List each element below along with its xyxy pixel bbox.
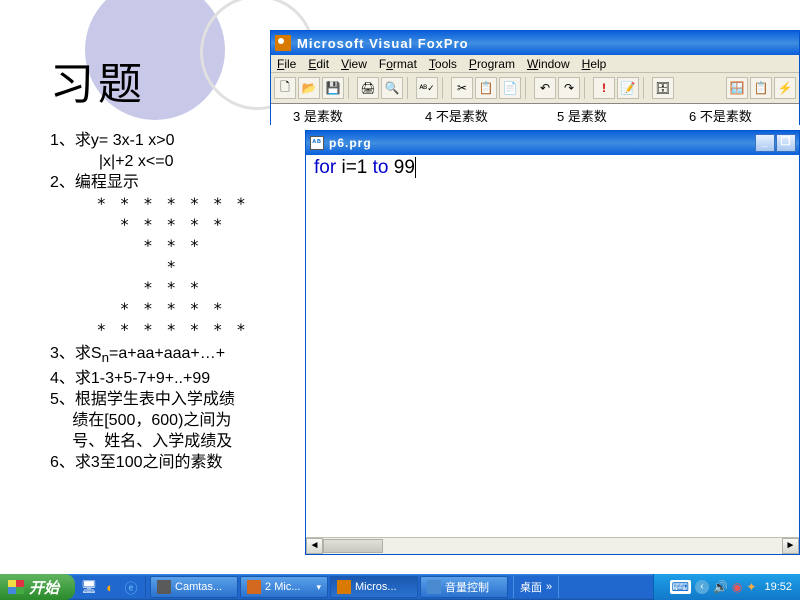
- scroll-left-button[interactable]: ◄: [306, 538, 323, 554]
- spellcheck-button[interactable]: ᴬᴮ✓: [416, 77, 438, 99]
- scroll-track[interactable]: [323, 538, 782, 554]
- separator: [145, 576, 149, 598]
- window-buttons: _ ❐: [754, 134, 796, 152]
- start-button[interactable]: 开始: [0, 574, 75, 600]
- quick-launch: 🖥 ◐ ⓔ: [75, 578, 145, 596]
- separator: [525, 77, 530, 99]
- code-editor[interactable]: for i=1 to 99: [306, 155, 799, 533]
- minimize-button[interactable]: _: [755, 134, 775, 152]
- volume-icon: [427, 580, 441, 594]
- preview-button[interactable]: 🔍: [381, 77, 403, 99]
- toolbar: 🗋 📂 💾 🖨 🔍 ᴬᴮ✓ ✂ 📋 📄 ↶ ↷ ! 📝 🗄 🪟 📋 ⚡: [271, 73, 799, 103]
- database-button[interactable]: 🗄: [652, 77, 674, 99]
- menu-help[interactable]: Help: [582, 57, 607, 71]
- titlebar[interactable]: Microsoft Visual FoxPro: [271, 31, 799, 55]
- ie-icon[interactable]: ⓔ: [122, 578, 140, 596]
- task-label: 音量控制: [445, 579, 489, 595]
- scroll-right-button[interactable]: ►: [782, 538, 799, 554]
- code-text: i=1: [336, 157, 372, 178]
- keyword-for: for: [314, 157, 336, 178]
- text-cursor: [415, 157, 416, 178]
- scroll-thumb[interactable]: [323, 539, 383, 553]
- app-icon: [247, 580, 261, 594]
- menu-format[interactable]: Format: [379, 57, 417, 71]
- task-mic-group[interactable]: 2 Mic... ▾: [240, 576, 328, 598]
- keyword-to: to: [373, 157, 389, 178]
- task-label: Micros...: [355, 581, 397, 593]
- print-button[interactable]: 🖨: [357, 77, 379, 99]
- window-button[interactable]: 🪟: [726, 77, 748, 99]
- task-camtasia[interactable]: Camtas...: [150, 576, 238, 598]
- copy-button[interactable]: 📋: [475, 77, 497, 99]
- result: 5 是素数: [535, 106, 667, 125]
- system-tray: ⌨ ‹ 🔊 ◉ ✦ 19:52: [653, 574, 800, 600]
- cut-button[interactable]: ✂: [451, 77, 473, 99]
- horizontal-scrollbar[interactable]: ◄ ►: [306, 537, 799, 554]
- taskbar: 开始 🖥 ◐ ⓔ Camtas... 2 Mic... ▾ Micros... …: [0, 574, 800, 600]
- menu-file[interactable]: File: [277, 57, 296, 71]
- menubar: File Edit View Format Tools Program Wind…: [271, 55, 799, 73]
- volume-icon[interactable]: 🔊: [713, 580, 728, 594]
- code-text: 99: [389, 157, 415, 178]
- task-foxpro[interactable]: Micros...: [330, 576, 418, 598]
- menu-view[interactable]: View: [341, 57, 367, 71]
- task-label: 2 Mic...: [265, 581, 300, 593]
- separator: [348, 77, 353, 99]
- save-button[interactable]: 💾: [322, 77, 344, 99]
- show-desktop-icon[interactable]: 🖥: [80, 578, 98, 596]
- separator: [584, 77, 589, 99]
- task-volume[interactable]: 音量控制: [420, 576, 508, 598]
- menu-window[interactable]: Window: [527, 57, 570, 71]
- tray-chevron-icon[interactable]: ‹: [695, 580, 709, 594]
- file-title: p6.prg: [329, 136, 372, 150]
- open-button[interactable]: 📂: [298, 77, 320, 99]
- result: 3 是素数: [271, 106, 403, 125]
- result: 6 不是素数: [667, 106, 799, 125]
- windows-icon: [8, 580, 24, 594]
- modify-button[interactable]: 📝: [617, 77, 639, 99]
- menu-program[interactable]: Program: [469, 57, 515, 71]
- redo-button[interactable]: ↷: [558, 77, 580, 99]
- foxpro-icon: [275, 35, 291, 51]
- output-row: 3 是素数 4 不是素数 5 是素数 6 不是素数: [271, 103, 799, 125]
- window-title: Microsoft Visual FoxPro: [297, 36, 469, 51]
- separator: [407, 77, 412, 99]
- run-button[interactable]: !: [593, 77, 615, 99]
- app-icon: [157, 580, 171, 594]
- maximize-button[interactable]: ❐: [776, 134, 796, 152]
- chevron-down-icon: ▾: [316, 582, 321, 593]
- desktop-toolbar[interactable]: 桌面 »: [513, 576, 559, 598]
- tray-icon[interactable]: ◉: [732, 580, 742, 594]
- desktop-label: 桌面: [520, 579, 542, 595]
- result: 4 不是素数: [403, 106, 535, 125]
- clock[interactable]: 19:52: [764, 581, 792, 593]
- menu-tools[interactable]: Tools: [429, 57, 457, 71]
- chevron-icon: »: [546, 581, 552, 593]
- new-button[interactable]: 🗋: [274, 77, 296, 99]
- ime-icon[interactable]: ⌨: [670, 580, 691, 594]
- start-label: 开始: [29, 577, 59, 598]
- form-button[interactable]: 📋: [750, 77, 772, 99]
- doc-icon: ᴬᴮ: [310, 136, 324, 150]
- autoform-button[interactable]: ⚡: [774, 77, 796, 99]
- code-window[interactable]: ᴬᴮ p6.prg _ ❐ for i=1 to 99 ◄ ►: [305, 130, 800, 555]
- menu-edit[interactable]: Edit: [308, 57, 329, 71]
- undo-button[interactable]: ↶: [534, 77, 556, 99]
- foxpro-icon: [337, 580, 351, 594]
- media-player-icon[interactable]: ◐: [101, 578, 119, 596]
- paste-button[interactable]: 📄: [499, 77, 521, 99]
- separator: [442, 77, 447, 99]
- separator: [643, 77, 648, 99]
- tray-icon[interactable]: ✦: [746, 580, 756, 594]
- titlebar[interactable]: ᴬᴮ p6.prg _ ❐: [306, 131, 799, 155]
- foxpro-window[interactable]: Microsoft Visual FoxPro File Edit View F…: [270, 30, 800, 125]
- task-label: Camtas...: [175, 581, 222, 593]
